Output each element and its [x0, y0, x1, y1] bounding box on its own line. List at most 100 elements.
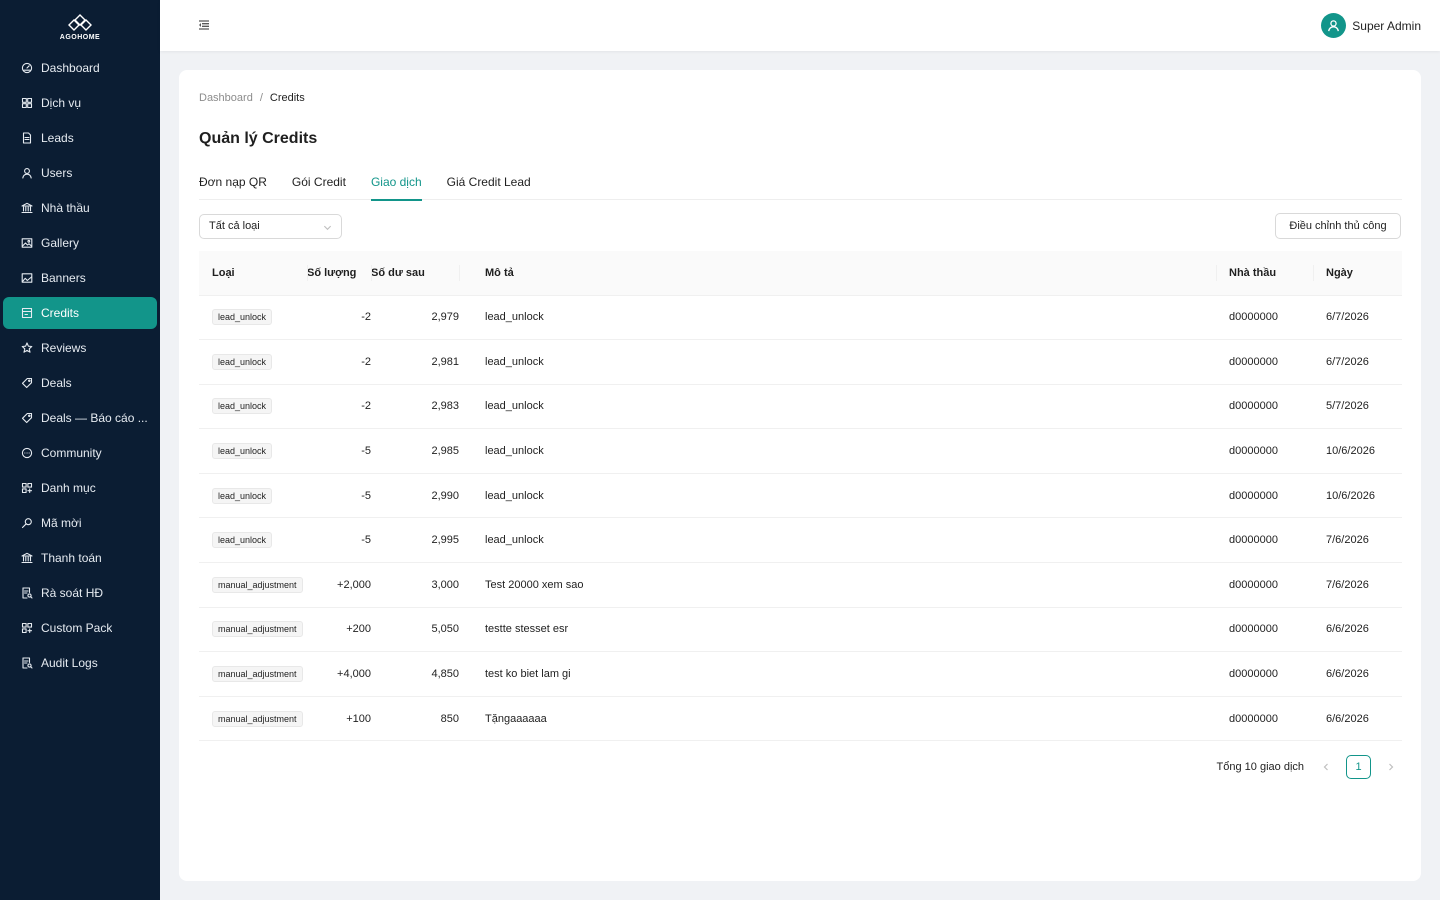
column-header-type[interactable]: Loại — [199, 251, 307, 296]
cell-balance: 2,981 — [371, 339, 459, 385]
sidebar-item-r-so-t-h[interactable]: Rà soát HĐ — [3, 577, 157, 609]
user-icon — [21, 167, 33, 179]
table-row[interactable]: lead_unlock -5 2,985 lead_unlock d0000000 10/… — [199, 428, 1402, 474]
audit-icon — [21, 657, 33, 669]
cell-type: lead_unlock — [199, 384, 307, 430]
breadcrumb-dashboard-link[interactable]: Dashboard — [199, 92, 253, 104]
cell-quantity: +100 — [307, 696, 371, 742]
sidebar-item-label: Nhà thầu — [41, 201, 90, 215]
sidebar: AGOHOME Dashboard Dịch vụ Leads Users Nhà th… — [0, 0, 160, 900]
column-header-quantity[interactable]: Số lượng — [307, 251, 371, 296]
sidebar-item-label: Gallery — [41, 236, 80, 250]
sidebar-item-d-ch-v[interactable]: Dịch vụ — [3, 87, 157, 119]
sidebar-item-reviews[interactable]: Reviews — [3, 332, 157, 364]
content-card: Dashboard / Credits Quản lý Credits Đơn … — [179, 70, 1421, 881]
cell-description: lead_unlock — [459, 517, 1216, 564]
cell-description: lead_unlock — [459, 384, 1216, 430]
sidebar-nav: Dashboard Dịch vụ Leads Users Nhà thầu Galler… — [0, 52, 160, 679]
table-row[interactable]: manual_adjustment +200 5,050 testte stesset… — [199, 607, 1402, 653]
type-tag: lead_unlock — [212, 309, 273, 326]
pagination-total: Tổng 10 giao dịch — [1216, 761, 1304, 773]
sidebar-item-users[interactable]: Users — [3, 157, 157, 189]
sidebar-item-deals-b-o-c-o[interactable]: Deals — Báo cáo ... — [3, 402, 157, 434]
cell-quantity: +200 — [307, 607, 371, 653]
menu-fold-icon[interactable] — [197, 18, 211, 32]
appstore-icon — [21, 622, 33, 634]
table-row[interactable]: lead_unlock -2 2,979 lead_unlock d0000000 6/7… — [199, 295, 1402, 341]
cell-quantity: +4,000 — [307, 651, 371, 697]
column-header-balance[interactable]: Số dư sau — [371, 251, 459, 296]
transactions-table: Loại Số lượng Số dư sau Mô tả Nhà thầu N… — [199, 251, 1402, 742]
type-filter-value: Tất cả loại — [209, 220, 260, 232]
sidebar-item-m-m-i[interactable]: Mã mời — [3, 507, 157, 539]
cell-contractor: d0000000 — [1216, 517, 1313, 564]
cell-date: 6/7/2026 — [1313, 339, 1402, 385]
pagination: Tổng 10 giao dịch 1 — [1217, 755, 1401, 779]
picture-icon — [21, 272, 33, 284]
sidebar-item-label: Community — [41, 446, 102, 460]
cell-balance: 2,985 — [371, 428, 459, 474]
logo-mark-icon — [68, 14, 92, 31]
tab-3[interactable]: Giá Credit Lead — [447, 171, 531, 200]
page-title: Quản lý Credits — [199, 130, 318, 147]
breadcrumb-separator: / — [259, 92, 263, 104]
sidebar-item-danh-m-c[interactable]: Danh mục — [3, 472, 157, 504]
column-header-contractor[interactable]: Nhà thầu — [1216, 251, 1313, 296]
tab-1[interactable]: Gói Credit — [292, 171, 346, 200]
sidebar-item-leads[interactable]: Leads — [3, 122, 157, 154]
type-tag: lead_unlock — [212, 353, 273, 370]
table-row[interactable]: lead_unlock -2 2,983 lead_unlock d0000000 5/7… — [199, 384, 1402, 430]
sidebar-item-community[interactable]: Community — [3, 437, 157, 469]
sidebar-item-label: Reviews — [41, 341, 87, 355]
sidebar-item-label: Users — [41, 166, 73, 180]
sidebar-item-credits[interactable]: Credits — [3, 297, 157, 329]
sidebar-item-thanh-to-n[interactable]: Thanh toán — [3, 542, 157, 574]
table-row[interactable]: lead_unlock -2 2,981 lead_unlock d0000000 6/7… — [199, 339, 1402, 385]
tag-icon — [21, 377, 33, 389]
next-page-icon[interactable] — [1381, 755, 1401, 779]
tab-2[interactable]: Giao dịch — [370, 171, 422, 201]
sidebar-item-label: Danh mục — [41, 481, 96, 495]
sidebar-item-custom-pack[interactable]: Custom Pack — [3, 612, 157, 644]
sidebar-item-label: Dashboard — [41, 61, 100, 75]
cell-contractor: d0000000 — [1216, 428, 1313, 474]
sidebar-item-label: Credits — [41, 306, 80, 320]
table-row[interactable]: manual_adjustment +4,000 4,850 test ko biet… — [199, 651, 1402, 697]
column-header-date[interactable]: Ngày — [1313, 251, 1402, 296]
type-filter-select[interactable]: Tất cả loại — [199, 214, 342, 239]
table-row[interactable]: manual_adjustment +100 850 Tặngaaaaaa d00000… — [199, 696, 1402, 742]
cell-type: lead_unlock — [199, 428, 307, 474]
cell-type: manual_adjustment — [199, 562, 307, 608]
table-row[interactable]: manual_adjustment +2,000 3,000 Test 20000 x… — [199, 562, 1402, 608]
logo[interactable]: AGOHOME — [0, 0, 160, 52]
cell-type: lead_unlock — [199, 517, 307, 564]
cell-balance: 5,050 — [371, 607, 459, 653]
sidebar-item-audit-logs[interactable]: Audit Logs — [3, 647, 157, 679]
user-avatar-icon — [1321, 13, 1347, 38]
sidebar-item-banners[interactable]: Banners — [3, 262, 157, 294]
audit-icon — [21, 587, 33, 599]
table-row[interactable]: lead_unlock -5 2,990 lead_unlock d0000000 10/… — [199, 473, 1402, 519]
sidebar-item-deals[interactable]: Deals — [3, 367, 157, 399]
cell-contractor: d0000000 — [1216, 295, 1313, 341]
sidebar-item-label: Dịch vụ — [41, 96, 82, 110]
cell-contractor: d0000000 — [1216, 339, 1313, 385]
sidebar-item-label: Thanh toán — [41, 551, 102, 565]
page-number-button[interactable]: 1 — [1346, 755, 1371, 779]
sidebar-item-label: Banners — [41, 271, 86, 285]
user-name: Super Admin — [1352, 18, 1421, 33]
cell-quantity: -5 — [307, 473, 371, 519]
sidebar-item-gallery[interactable]: Gallery — [3, 227, 157, 259]
manual-adjustment-button[interactable]: Điều chỉnh thủ công — [1275, 213, 1401, 239]
cell-date: 5/7/2026 — [1313, 384, 1402, 430]
user-menu[interactable]: Super Admin — [1321, 13, 1421, 38]
column-header-description[interactable]: Mô tả — [459, 251, 1216, 296]
tab-0[interactable]: Đơn nạp QR — [199, 171, 267, 200]
dashboard-icon — [21, 62, 33, 74]
sidebar-item-dashboard[interactable]: Dashboard — [3, 52, 157, 84]
sidebar-item-nh-th-u[interactable]: Nhà thầu — [3, 192, 157, 224]
prev-page-icon[interactable] — [1316, 755, 1336, 779]
breadcrumb-current: Credits — [269, 92, 305, 104]
sidebar-item-label: Deals — [41, 376, 72, 390]
table-row[interactable]: lead_unlock -5 2,995 lead_unlock d0000000 7/6… — [199, 517, 1402, 564]
